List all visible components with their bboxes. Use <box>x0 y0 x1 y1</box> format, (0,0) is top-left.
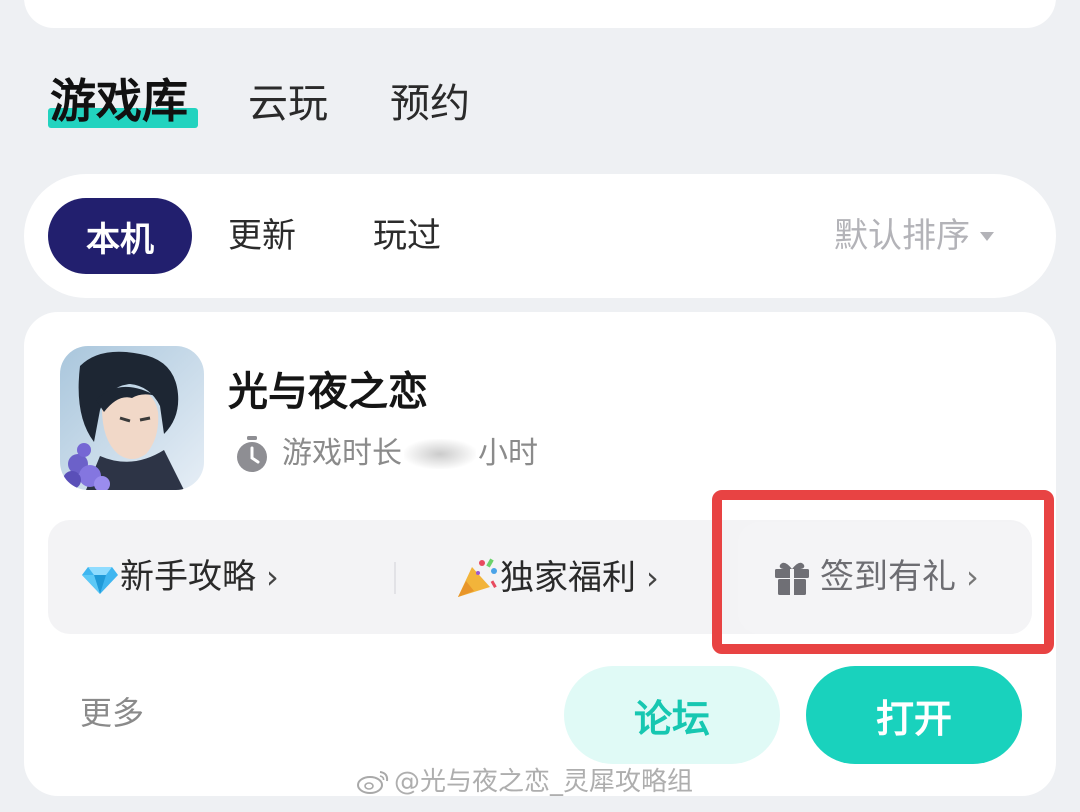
feature-guide-label: 新手攻略 <box>120 557 256 597</box>
open-button[interactable]: 打开 <box>806 666 1022 764</box>
feature-welfare-label: 独家福利 <box>500 558 636 598</box>
top-card-remnant <box>24 0 1056 28</box>
gem-icon <box>80 557 120 597</box>
party-popper-icon <box>456 557 500 599</box>
sort-label: 默认排序 <box>834 216 970 256</box>
filter-chip-played[interactable]: 玩过 <box>373 219 441 253</box>
playtime-value-redacted <box>404 439 476 469</box>
chevron-right-icon: › <box>646 559 659 597</box>
forum-button[interactable]: 论坛 <box>564 666 780 764</box>
caret-down-icon <box>980 231 994 241</box>
filter-chip-local[interactable]: 本机 <box>48 198 192 274</box>
tab-reservation[interactable]: 预约 <box>390 84 470 124</box>
stopwatch-icon <box>232 434 272 474</box>
sort-dropdown[interactable]: 默认排序 <box>834 219 994 253</box>
red-highlight-frame <box>712 490 1054 654</box>
playtime-suffix: 小时 <box>478 436 538 471</box>
feature-guide-link[interactable]: 新手攻略 › <box>80 557 279 597</box>
watermark-text: @光与夜之恋_灵犀攻略组 <box>394 767 694 797</box>
filter-chip-update[interactable]: 更新 <box>228 219 296 253</box>
feature-welfare-link[interactable]: 独家福利 › <box>456 557 659 599</box>
more-link[interactable]: 更多 <box>80 697 144 729</box>
game-title: 光与夜之恋 <box>228 369 428 415</box>
playtime-text: 游戏时长 小时 <box>282 439 538 469</box>
watermark: @光与夜之恋_灵犀攻略组 <box>356 768 693 796</box>
tab-game-library[interactable]: 游戏库 <box>50 78 188 124</box>
playtime-prefix: 游戏时长 <box>282 436 402 471</box>
weibo-logo-icon <box>357 771 389 794</box>
divider <box>394 562 396 594</box>
game-app-icon[interactable] <box>60 346 204 490</box>
chevron-right-icon: › <box>266 558 279 596</box>
tab-cloud-play[interactable]: 云玩 <box>248 84 328 124</box>
